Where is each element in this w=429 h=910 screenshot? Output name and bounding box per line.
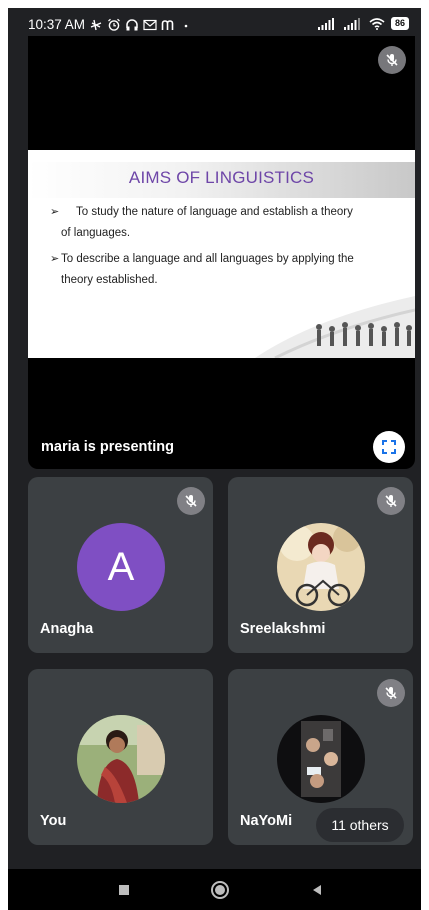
participant-tile[interactable]: A Anagha — [28, 477, 213, 653]
shared-slide: AIMS OF LINGUISTICS ➢ To study the natur… — [28, 150, 415, 358]
slide-bullet-2-line-1: To describe a language and all languages… — [61, 253, 354, 265]
participant-tile[interactable]: Sreelakshmi — [228, 477, 413, 653]
participant-name: You — [40, 813, 67, 829]
slide-bullet-1-line-1: To study the nature of language and esta… — [76, 206, 353, 218]
avatar: A — [77, 523, 165, 611]
mic-off-icon — [377, 679, 405, 707]
slide-bullet-1-line-2: of languages. — [61, 227, 131, 239]
slide-bullet-2-line-2: theory established. — [61, 274, 158, 286]
slack-icon — [90, 19, 102, 30]
wifi-icon — [369, 17, 385, 30]
home-button[interactable] — [207, 877, 233, 903]
slide-decoration — [255, 296, 415, 358]
battery-indicator: 86 — [390, 17, 409, 30]
back-button[interactable] — [304, 877, 330, 903]
navigation-bar — [8, 869, 421, 910]
participant-tile-self[interactable]: You — [28, 669, 213, 845]
fullscreen-icon — [382, 440, 396, 454]
mic-off-icon — [378, 46, 406, 74]
status-left: 10:37 AM — [28, 17, 191, 32]
status-right: 86 — [317, 17, 409, 30]
m-app-icon — [161, 19, 174, 30]
others-button[interactable]: 11 others — [316, 808, 404, 842]
mic-off-icon — [377, 487, 405, 515]
recents-icon — [119, 885, 129, 895]
gmail-icon — [143, 19, 157, 30]
recents-button[interactable] — [111, 877, 137, 903]
slide-title: AIMS OF LINGUISTICS — [128, 168, 315, 187]
back-icon — [313, 885, 321, 895]
headset-icon — [126, 18, 138, 30]
bullet-arrow-icon: ➢ — [50, 253, 60, 265]
mic-off-icon — [177, 487, 205, 515]
participant-name: NaYoMi — [240, 813, 293, 829]
fullscreen-button[interactable] — [373, 431, 405, 463]
avatar — [277, 715, 365, 803]
presenter-label: maria is presenting — [41, 439, 174, 455]
meet-screen: 10:37 AM 86 AIMS OF LINGUISTICS ➢ To stu… — [8, 8, 421, 910]
status-time: 10:37 AM — [28, 17, 86, 32]
dot-icon — [184, 24, 188, 27]
participant-name: Anagha — [40, 621, 94, 637]
avatar — [77, 715, 165, 803]
bullet-arrow-icon: ➢ — [50, 206, 60, 218]
avatar — [277, 523, 365, 611]
presentation-tile[interactable]: AIMS OF LINGUISTICS ➢ To study the natur… — [28, 36, 415, 469]
home-icon — [211, 881, 229, 899]
signal-icon — [317, 17, 334, 30]
participant-name: Sreelakshmi — [240, 621, 326, 637]
alarm-icon — [108, 18, 120, 31]
signal-icon-2 — [343, 17, 360, 30]
